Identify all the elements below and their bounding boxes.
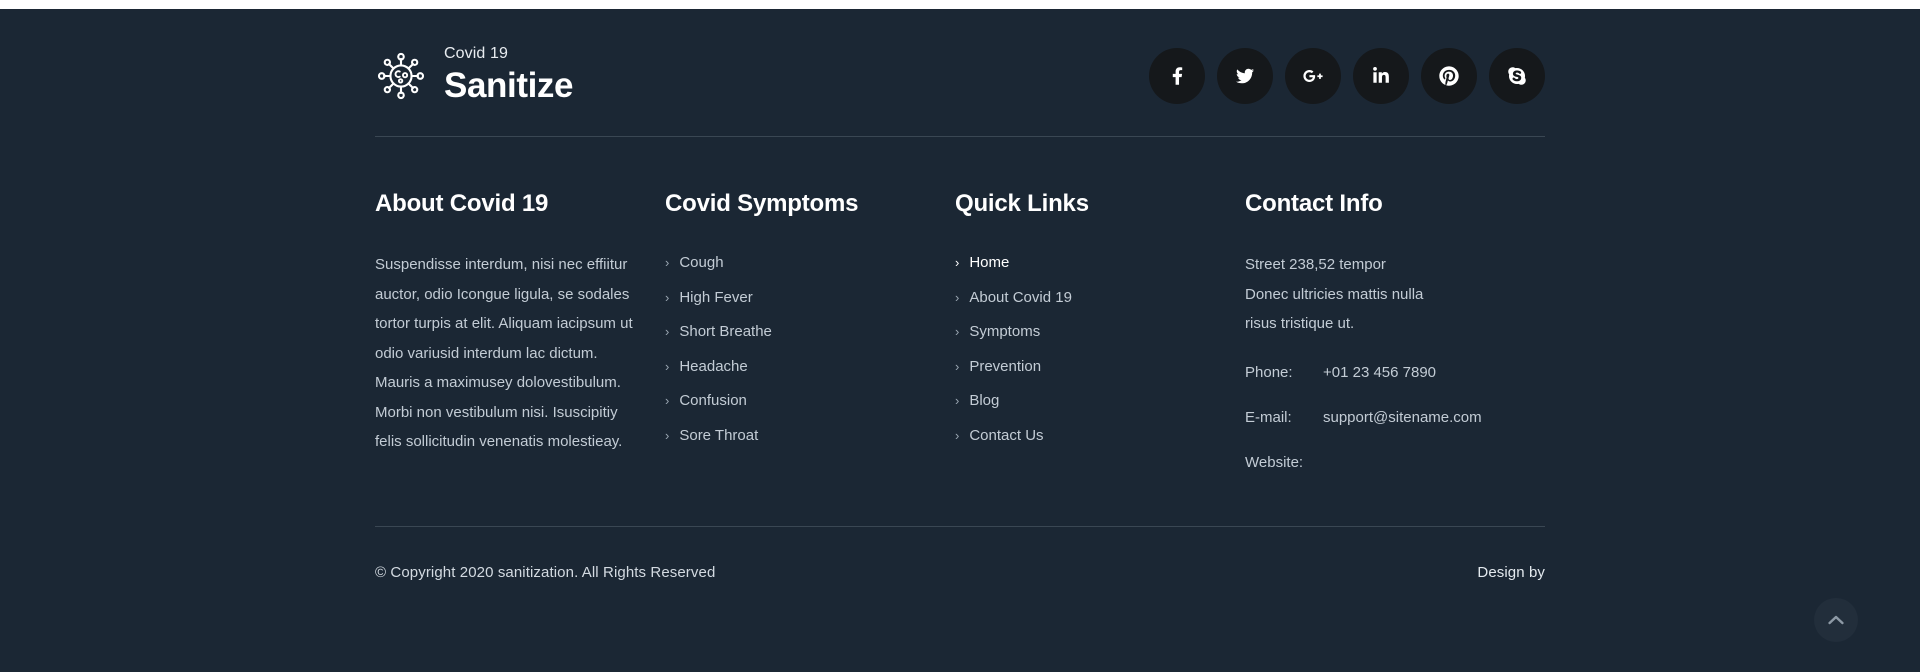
list-item[interactable]: › Confusion — [665, 388, 925, 414]
contact-phone-row: Phone: +01 23 456 7890 — [1245, 361, 1545, 385]
about-column-title: About Covid 19 — [375, 190, 549, 217]
social-link-linkedin[interactable] — [1353, 47, 1409, 104]
brand-name: Sanitize — [444, 66, 574, 106]
chevron-right-icon: › — [665, 289, 670, 305]
footer-column-quick-links: Quick Links › Home › About Covid 19 › Sy… — [955, 192, 1245, 496]
chevron-right-icon: › — [955, 358, 960, 374]
page-top-strip — [0, 0, 1920, 9]
scroll-to-top-button[interactable] — [1814, 598, 1858, 642]
list-item[interactable]: › Short Breathe — [665, 319, 925, 345]
list-item-label: About Covid 19 — [969, 288, 1072, 306]
list-item-label: Cough — [679, 254, 724, 271]
list-item-label: Short Breathe — [679, 323, 772, 340]
chevron-right-icon: › — [955, 324, 960, 339]
chevron-right-icon: › — [955, 255, 960, 270]
copyright-text: © Copyright 2020 sanitization. All Right… — [375, 564, 716, 581]
list-item-label: High Fever — [679, 288, 753, 306]
contact-phone-label: Phone: — [1245, 363, 1293, 381]
list-item-label: Blog — [969, 392, 1000, 409]
list-item-label: Prevention — [969, 357, 1042, 375]
brand-text: Covid 19 Sanitize — [444, 46, 573, 105]
about-column-text: Suspendisse interdum, nisi nec effiitur … — [375, 256, 633, 450]
skype-icon — [1507, 66, 1527, 86]
contact-email-row: E-mail: support@sitename.com — [1245, 406, 1545, 430]
contact-column-title: Contact Info — [1245, 190, 1383, 217]
contact-address: Street 238,52 tempor Donec ultricies mat… — [1245, 250, 1545, 339]
linkedin-icon — [1372, 66, 1390, 85]
list-item-label: Symptoms — [969, 323, 1041, 340]
twitter-icon — [1235, 67, 1255, 85]
list-item[interactable]: › Blog — [955, 388, 1215, 414]
social-link-skype[interactable] — [1489, 47, 1545, 104]
list-item-label: Confusion — [679, 392, 747, 409]
chevron-right-icon: › — [665, 427, 670, 443]
chevron-right-icon: › — [665, 255, 670, 270]
quick-links-column-title: Quick Links — [955, 190, 1089, 217]
design-by-text: Design by — [1477, 564, 1545, 581]
contact-website-label: Website: — [1245, 453, 1304, 471]
chevron-up-icon — [1828, 615, 1844, 625]
list-item[interactable]: › Home — [955, 250, 1215, 276]
site-footer: Covid 19 Sanitize About Covid 19 Suspend… — [0, 9, 1920, 672]
list-item-label: Sore Throat — [679, 426, 759, 444]
contact-email-value[interactable]: support@sitename.com — [1323, 406, 1482, 430]
footer-bottom-bar: © Copyright 2020 sanitization. All Right… — [375, 527, 1545, 619]
list-item-label: Headache — [679, 357, 748, 375]
chevron-right-icon: › — [955, 393, 960, 408]
list-item[interactable]: › Contact Us — [955, 423, 1215, 449]
footer-column-about: About Covid 19 Suspendisse interdum, nis… — [375, 192, 665, 496]
list-item[interactable]: › Headache — [665, 354, 925, 380]
contact-phone-value[interactable]: +01 23 456 7890 — [1323, 361, 1436, 385]
list-item[interactable]: › Prevention — [955, 354, 1215, 380]
footer-column-contact: Contact Info Street 238,52 tempor Donec … — [1245, 192, 1545, 496]
contact-address-line-2: Donec ultricies mattis nulla — [1245, 285, 1424, 303]
list-item-label: Home — [969, 254, 1010, 271]
chevron-right-icon: › — [955, 427, 960, 443]
contact-address-line-3: risus tristique ut. — [1245, 315, 1355, 332]
list-item[interactable]: › About Covid 19 — [955, 285, 1215, 311]
chevron-right-icon: › — [665, 393, 670, 408]
brand-subtitle: Covid 19 — [444, 45, 508, 63]
symptoms-list: › Cough › High Fever › Short Breathe › H… — [665, 250, 925, 448]
contact-address-line-1: Street 238,52 tempor — [1245, 256, 1386, 273]
google-plus-icon — [1302, 68, 1324, 84]
footer-top-row: Covid 19 Sanitize — [375, 9, 1545, 136]
social-link-twitter[interactable] — [1217, 47, 1273, 104]
chevron-right-icon: › — [955, 289, 960, 305]
brand-logo[interactable]: Covid 19 Sanitize — [375, 46, 573, 105]
pinterest-icon — [1439, 65, 1459, 86]
footer-top-container: Covid 19 Sanitize About Covid 19 Suspend… — [375, 9, 1545, 619]
footer-columns: About Covid 19 Suspendisse interdum, nis… — [375, 137, 1545, 526]
facebook-icon — [1172, 65, 1183, 87]
chevron-right-icon: › — [665, 358, 670, 374]
quick-links-list: › Home › About Covid 19 › Symptoms › Pre… — [955, 250, 1215, 448]
social-link-pinterest[interactable] — [1421, 47, 1477, 104]
list-item[interactable]: › Cough — [665, 250, 925, 276]
virus-icon — [375, 50, 427, 102]
chevron-right-icon: › — [665, 324, 670, 339]
footer-column-symptoms: Covid Symptoms › Cough › High Fever › Sh… — [665, 192, 955, 496]
list-item[interactable]: › Sore Throat — [665, 423, 925, 449]
contact-email-label: E-mail: — [1245, 408, 1292, 426]
social-link-facebook[interactable] — [1149, 47, 1205, 104]
contact-website-row: Website: — [1245, 451, 1545, 475]
social-links — [1149, 47, 1545, 104]
list-item[interactable]: › Symptoms — [955, 319, 1215, 345]
list-item-label: Contact Us — [969, 426, 1044, 444]
social-link-google-plus[interactable] — [1285, 47, 1341, 104]
list-item[interactable]: › High Fever — [665, 285, 925, 311]
symptoms-column-title: Covid Symptoms — [665, 190, 859, 217]
